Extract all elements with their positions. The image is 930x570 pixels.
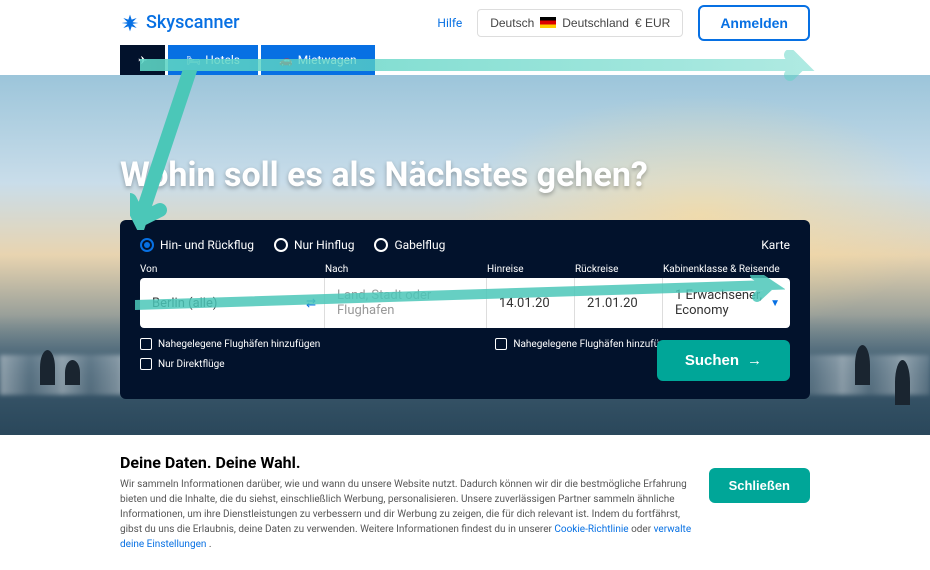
from-value: Berlin (alle) <box>152 296 217 311</box>
locale-language: Deutsch <box>490 16 534 30</box>
depart-value: 14.01.20 <box>499 296 550 311</box>
cabin-label: Kabinenklasse & Reisende <box>663 264 790 275</box>
tab-cars[interactable]: 🚗 Mietwagen <box>261 45 375 75</box>
brand-logo[interactable]: Skyscanner <box>120 12 240 33</box>
cookie-title: Deine Daten. Deine Wahl. <box>120 453 700 472</box>
hero-section: Wohin soll es als Nächstes gehen? Hin- u… <box>0 75 930 435</box>
help-link[interactable]: Hilfe <box>437 16 462 30</box>
return-input[interactable]: 21.01.20 <box>575 278 663 328</box>
tab-hotels[interactable]: 🛏 Hotels <box>168 45 258 75</box>
cookie-close-button[interactable]: Schließen <box>709 468 810 503</box>
header: Skyscanner Hilfe Deutsch Deutschland € E… <box>0 0 930 45</box>
cabin-input[interactable]: 1 Erwachsener, Economy ▼ <box>663 278 790 328</box>
to-placeholder: Land, Stadt oder Flughafen <box>337 288 474 318</box>
radio-label: Nur Hinflug <box>294 238 355 252</box>
login-button[interactable]: Anmelden <box>698 5 810 41</box>
to-label: Nach <box>325 264 487 275</box>
from-label: Von <box>140 264 325 275</box>
search-button-label: Suchen <box>685 352 739 369</box>
radio-icon <box>274 238 288 252</box>
trip-multi-radio[interactable]: Gabelflug <box>374 238 445 252</box>
tab-hotels-label: Hotels <box>205 53 240 67</box>
checkbox-icon <box>495 338 507 350</box>
from-input[interactable]: Berlin (alle) ⇄ <box>140 278 325 328</box>
search-panel: Hin- und Rückflug Nur Hinflug Gabelflug … <box>120 220 810 399</box>
cookie-body-3: . <box>209 539 212 550</box>
tab-flights[interactable]: ✈ <box>120 45 165 75</box>
checkbox-icon <box>140 358 152 370</box>
map-link[interactable]: Karte <box>761 238 790 252</box>
checkbox-label: Nahegelegene Flughäfen hinzufügen <box>158 339 320 350</box>
radio-icon <box>140 238 154 252</box>
to-input[interactable]: Land, Stadt oder Flughafen <box>325 278 487 328</box>
field-labels: Von Nach Hinreise Rückreise Kabinenklass… <box>140 264 790 275</box>
product-tabs: ✈ 🛏 Hotels 🚗 Mietwagen <box>0 45 930 75</box>
direct-only-checkbox[interactable]: Nur Direktflüge <box>140 358 320 370</box>
cookie-body: Wir sammeln Informationen darüber, wie u… <box>120 477 700 552</box>
plane-icon: ✈ <box>138 54 147 67</box>
locale-button[interactable]: Deutsch Deutschland € EUR <box>477 9 683 37</box>
radio-label: Hin- und Rückflug <box>160 238 254 252</box>
cabin-value: 1 Erwachsener, Economy <box>675 288 778 318</box>
cookie-text: Deine Daten. Deine Wahl. Wir sammeln Inf… <box>120 453 700 552</box>
search-fields: Berlin (alle) ⇄ Land, Stadt oder Flughaf… <box>140 278 790 328</box>
return-value: 21.01.20 <box>587 296 638 311</box>
locale-currency: € EUR <box>635 16 670 30</box>
brand-name: Skyscanner <box>146 12 240 33</box>
radio-icon <box>374 238 388 252</box>
trip-type-row: Hin- und Rückflug Nur Hinflug Gabelflug … <box>140 238 790 252</box>
checkbox-label: Nahegelegene Flughäfen hinzufügen <box>513 339 675 350</box>
bed-icon: 🛏 <box>186 54 200 67</box>
radio-label: Gabelflug <box>394 238 445 252</box>
flag-icon <box>540 17 556 28</box>
hero-content: Wohin soll es als Nächstes gehen? Hin- u… <box>0 75 930 399</box>
checkbox-label: Nur Direktflüge <box>158 359 225 370</box>
return-label: Rückreise <box>575 264 663 275</box>
cookie-banner: Deine Daten. Deine Wahl. Wir sammeln Inf… <box>0 435 930 570</box>
tab-cars-label: Mietwagen <box>298 53 357 67</box>
hero-title: Wohin soll es als Nächstes gehen? <box>120 155 810 195</box>
skyscanner-icon <box>120 13 140 33</box>
trip-roundtrip-radio[interactable]: Hin- und Rückflug <box>140 238 254 252</box>
nearby-to-checkbox[interactable]: Nahegelegene Flughäfen hinzufügen <box>495 338 675 350</box>
header-right: Hilfe Deutsch Deutschland € EUR Anmelden <box>437 5 810 41</box>
swap-icon[interactable]: ⇄ <box>306 296 316 310</box>
depart-label: Hinreise <box>487 264 575 275</box>
chevron-down-icon: ▼ <box>770 298 780 309</box>
checkbox-icon <box>140 338 152 350</box>
depart-input[interactable]: 14.01.20 <box>487 278 575 328</box>
search-button[interactable]: Suchen → <box>657 340 790 381</box>
arrow-right-icon: → <box>747 352 762 369</box>
nearby-from-checkbox[interactable]: Nahegelegene Flughäfen hinzufügen <box>140 338 320 350</box>
trip-oneway-radio[interactable]: Nur Hinflug <box>274 238 355 252</box>
car-icon: 🚗 <box>279 54 293 67</box>
locale-country: Deutschland <box>562 16 629 30</box>
